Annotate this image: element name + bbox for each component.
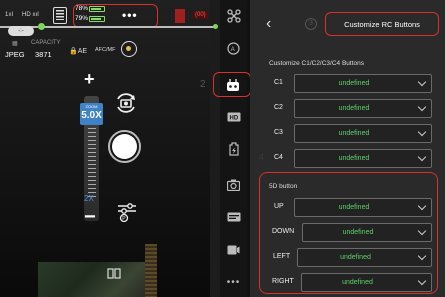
right-select[interactable]: undefined [301, 273, 432, 292]
c1-select[interactable]: undefined [294, 74, 432, 93]
zoom-ticks [88, 128, 96, 198]
shutter-button[interactable] [108, 130, 141, 163]
sd-card-icon: ▦ [12, 41, 18, 47]
left-label: LEFT [273, 253, 291, 260]
step-number-3: 3 [305, 18, 317, 30]
step-number-2: 2 [200, 79, 206, 90]
right-label: RIGHT [272, 278, 294, 285]
record-time: (00) [193, 11, 208, 19]
step-number-4: 4 [259, 152, 265, 162]
aircraft-settings-icon[interactable] [225, 7, 242, 24]
chevron-down-icon [417, 251, 427, 261]
horizon-dot-right [213, 24, 218, 29]
chevron-down-icon [417, 201, 427, 211]
capacity-value: 3871 [35, 50, 52, 59]
gallery-icon[interactable] [107, 268, 121, 279]
up-select[interactable]: undefined [294, 198, 432, 217]
chevron-down-icon [417, 226, 427, 236]
rc-signal: 1ııl [5, 12, 14, 18]
chevron-down-icon [417, 102, 427, 112]
safety-settings-icon[interactable]: A [225, 40, 242, 57]
svg-text:HD: HD [229, 115, 238, 121]
zoom-2x-mark[interactable]: 2X [84, 194, 94, 203]
zoom-out-button[interactable]: − [84, 207, 96, 227]
record-indicator [175, 9, 185, 23]
camera-scene-post [145, 244, 157, 297]
5d-section-title: 5D button [269, 183, 298, 190]
camera-settings-icon[interactable]: P [116, 200, 138, 222]
c4-label: C4 [274, 154, 283, 161]
c3-label: C3 [274, 129, 283, 136]
highlight-step-2 [213, 72, 251, 97]
c-buttons-section-title: Customize C1/C2/C3/C4 Buttons [269, 60, 365, 67]
video-display-icon[interactable] [225, 241, 242, 258]
c4-select[interactable]: undefined [294, 149, 432, 168]
c3-select[interactable]: undefined [294, 124, 432, 143]
video-signal: HD ıııl [22, 12, 39, 18]
chevron-down-icon [417, 77, 427, 87]
chevron-down-icon [417, 152, 427, 162]
battery-icon [53, 7, 67, 24]
battery-settings-icon[interactable] [225, 140, 242, 157]
page-title: Customize RC Buttons [325, 12, 439, 36]
zoom-level-badge: ZOOM 5.0X [80, 103, 103, 125]
zoom-in-button[interactable]: + [84, 70, 95, 88]
gimbal-camera-icon[interactable] [225, 176, 242, 193]
chevron-down-icon [417, 276, 427, 286]
chevron-down-icon [417, 127, 427, 137]
left-select[interactable]: undefined [297, 248, 432, 267]
down-label: DOWN [272, 228, 295, 235]
horizon-dot [38, 23, 45, 30]
back-button[interactable]: ‹ [266, 16, 271, 32]
capacity-label: CAPACITY [31, 40, 61, 46]
c2-label: C2 [274, 104, 283, 111]
focus-target-icon[interactable] [121, 41, 137, 57]
camera-switch-icon[interactable] [114, 91, 138, 115]
hd-transmission-icon[interactable]: HD [225, 108, 242, 125]
more-settings-icon[interactable]: ••• [225, 274, 242, 291]
down-select[interactable]: undefined [302, 223, 432, 242]
general-settings-icon[interactable] [225, 208, 242, 225]
camera-view: 1ııl HD ıııl 78% 79% ••• (00) -:- ▦ CAPA… [0, 0, 220, 297]
c2-select[interactable]: undefined [294, 99, 432, 118]
c1-label: C1 [274, 79, 283, 86]
ae-lock[interactable]: 🔒AE [69, 47, 87, 55]
highlight-step-1 [73, 4, 158, 28]
camera-scene [38, 262, 156, 297]
up-label: UP [274, 203, 284, 210]
lens-pill[interactable]: -:- [8, 26, 34, 36]
photo-format: JPEG [5, 50, 25, 59]
af-mode[interactable]: AFC/MF [95, 47, 115, 53]
svg-text:A: A [231, 47, 235, 53]
